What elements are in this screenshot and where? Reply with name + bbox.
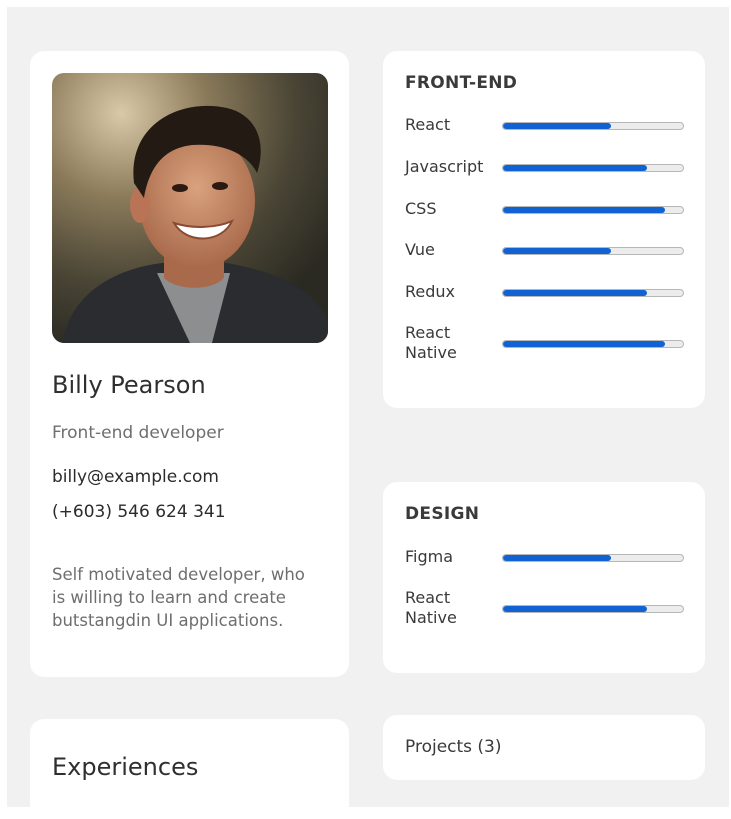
skill-label: Redux <box>405 282 456 301</box>
skill-progress-bar <box>502 206 684 214</box>
skill-progress-fill <box>503 207 665 213</box>
skill-progress-bar <box>502 247 684 255</box>
frontend-skills-card: FRONT-END React Javascript CSS Vue Redux Reac… <box>383 51 705 408</box>
skill-progress-bar <box>502 554 684 562</box>
skill-label: Vue <box>405 240 435 259</box>
skill-label: React Native <box>405 323 457 362</box>
skill-label: CSS <box>405 199 437 218</box>
skill-progress-fill <box>503 606 647 612</box>
skill-progress-bar <box>502 289 684 297</box>
skill-progress-bar <box>502 122 684 130</box>
projects-title: Projects (3) <box>405 737 502 757</box>
frontend-title: FRONT-END <box>405 73 518 93</box>
projects-card[interactable]: Projects (3) <box>383 715 705 780</box>
profile-email[interactable]: billy@example.com <box>52 467 219 487</box>
design-skills-card: DESIGN Figma React Native <box>383 482 705 673</box>
profile-photo <box>52 73 328 343</box>
skill-progress-fill <box>503 165 647 171</box>
skill-progress-fill <box>503 248 611 254</box>
profile-card: Billy Pearson Front-end developer billy@… <box>30 51 349 677</box>
skill-label: Javascript <box>405 157 484 176</box>
design-title: DESIGN <box>405 504 480 524</box>
skill-progress-fill <box>503 555 611 561</box>
skill-progress-fill <box>503 341 665 347</box>
profile-phone[interactable]: (+603) 546 624 341 <box>52 502 226 522</box>
skill-progress-bar <box>502 605 684 613</box>
profile-role: Front-end developer <box>52 423 224 443</box>
profile-name: Billy Pearson <box>52 371 206 399</box>
skill-progress-bar <box>502 164 684 172</box>
experiences-title: Experiences <box>52 753 199 781</box>
skill-label: React <box>405 115 451 134</box>
page-background: Billy Pearson Front-end developer billy@… <box>7 7 729 819</box>
skill-label: React Native <box>405 588 457 627</box>
experiences-card: Experiences <box>30 719 349 819</box>
profile-bio: Self motivated developer, who is willing… <box>52 565 305 630</box>
skill-progress-fill <box>503 123 611 129</box>
skill-label: Figma <box>405 547 454 566</box>
skill-progress-bar <box>502 340 684 348</box>
skill-progress-fill <box>503 290 647 296</box>
